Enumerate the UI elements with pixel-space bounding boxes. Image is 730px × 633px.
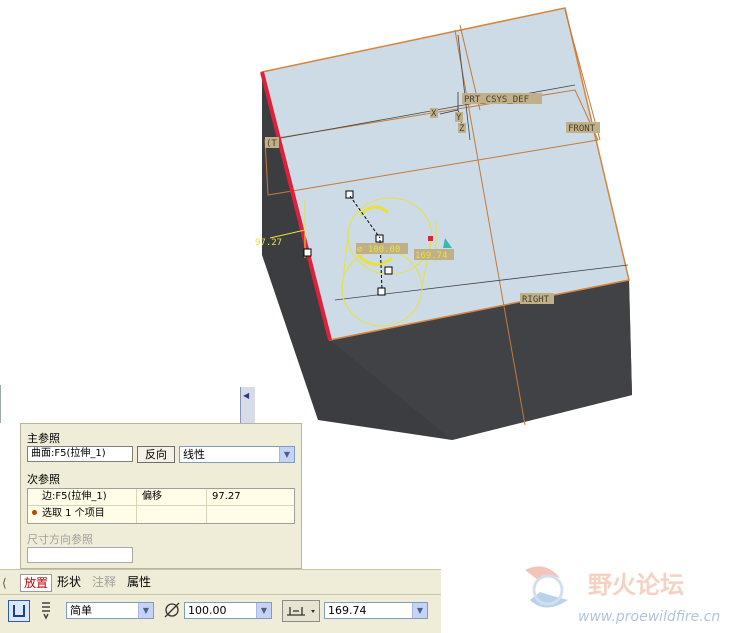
svg-text:Y: Y [456, 113, 462, 123]
hole-dashboard-toolbar: 简单 ▼ 100.00 ▼ 169.74 ▼ [0, 594, 441, 633]
tab-properties[interactable]: 属性 [127, 574, 151, 590]
svg-text:X: X [431, 109, 437, 119]
front-datum-label[interactable]: FRONT [568, 124, 596, 134]
simple-hole-icon[interactable] [8, 600, 30, 622]
watermark-url: www.proewildfire.cn [578, 609, 720, 625]
top-datum-label[interactable]: (T [266, 139, 277, 149]
csys-label[interactable]: PRT_CSYS_DEF [464, 95, 529, 105]
scroll-up-icon[interactable]: ◀ [243, 391, 251, 400]
secondary-ref-table[interactable]: 边:F5(拉伸_1) 偏移 97.27 选取 1 个项目 [27, 488, 295, 524]
primary-ref-title: 主参照 [27, 432, 60, 445]
chevron-down-icon[interactable]: ▼ [138, 603, 153, 618]
watermark-title: 野火论坛 [588, 571, 684, 599]
vertical-scrollbar[interactable]: ◀ [240, 387, 255, 423]
dashboard-tabs: ⟨ 放置 形状 注释 属性 [0, 569, 441, 595]
anchor-point[interactable] [428, 236, 433, 241]
tab-shape[interactable]: 形状 [57, 574, 81, 590]
right-datum-label[interactable]: RIGHT [522, 295, 550, 305]
diameter-input[interactable]: 100.00 ▼ [184, 602, 272, 619]
placement-panel: 主参照 曲面:F5(拉伸_1) 反向 线性 ▼ 次参照 边:F5(拉伸_1) 偏… [20, 423, 302, 569]
dim-orient-title: 尺寸方向参照 [27, 533, 93, 546]
table-row-ref[interactable]: 边:F5(拉伸_1) [42, 489, 107, 505]
dim-orient-collector[interactable] [27, 547, 133, 563]
chevron-down-icon[interactable]: ▼ [412, 603, 427, 618]
bullet-icon [32, 510, 37, 515]
chevron-down-icon[interactable]: ▼ [256, 603, 271, 618]
placement-type-select[interactable]: 线性 ▼ [179, 446, 295, 463]
chevron-down-icon[interactable]: ▼ [279, 447, 294, 462]
table-row-value[interactable]: 97.27 [212, 489, 241, 505]
select-items-prompt[interactable]: 选取 1 个项目 [42, 506, 105, 522]
tab-placement[interactable]: 放置 [20, 574, 52, 592]
tab-prev-icon[interactable]: ⟨ [2, 575, 7, 591]
depth-dimension[interactable]: 169.74 [415, 251, 448, 261]
svg-text:Z: Z [459, 124, 465, 134]
standard-hole-icon[interactable] [36, 600, 58, 622]
flip-button[interactable]: 反向 [137, 446, 175, 463]
depth-input[interactable]: 169.74 ▼ [324, 602, 428, 619]
table-row-type[interactable]: 偏移 [142, 489, 162, 505]
model-tree-strip [0, 385, 259, 423]
hole-type-select[interactable]: 简单 ▼ [66, 602, 154, 619]
offset-dimension[interactable]: 97.27 [255, 238, 282, 248]
tab-notes[interactable]: 注释 [92, 574, 116, 590]
diameter-dimension[interactable]: ⌀ 100.00 [357, 245, 400, 255]
blind-depth-icon[interactable] [282, 600, 320, 622]
diameter-icon [162, 600, 182, 622]
primary-ref-collector[interactable]: 曲面:F5(拉伸_1) [27, 446, 133, 462]
secondary-ref-title: 次参照 [27, 473, 60, 486]
